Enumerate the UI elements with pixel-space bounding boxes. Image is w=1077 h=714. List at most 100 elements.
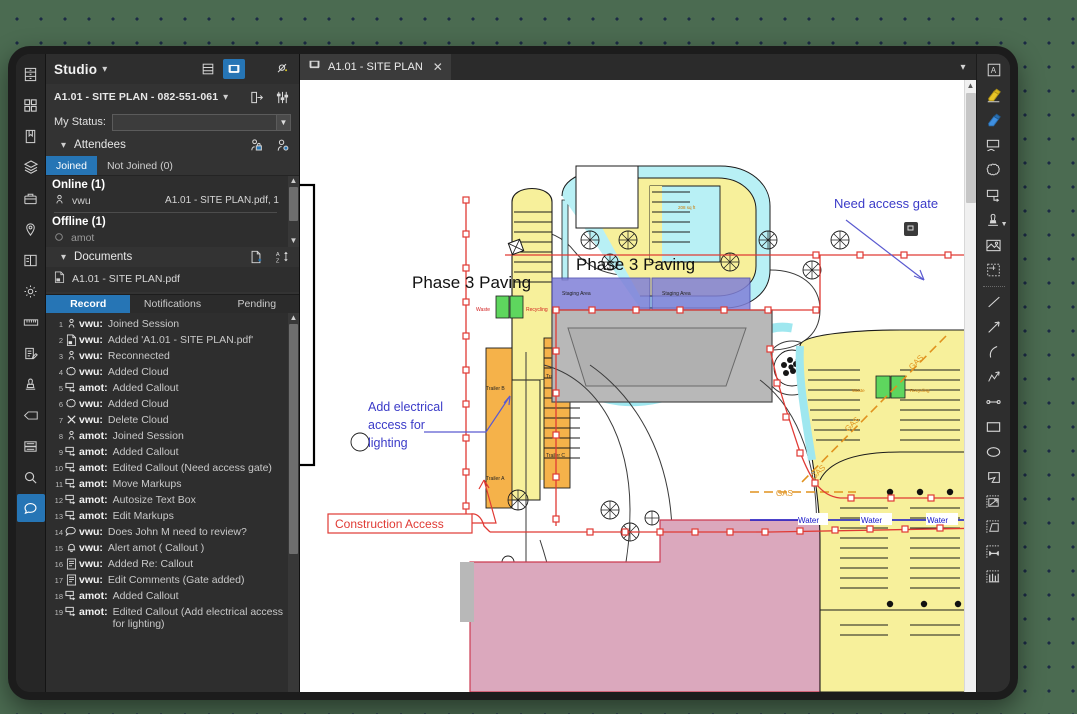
attendee-permissions-icon[interactable] (245, 135, 267, 155)
comment-marker-icon[interactable] (904, 222, 918, 236)
tab-record[interactable]: Record (46, 295, 130, 313)
drawing-canvas[interactable]: Waste Recycling Trai (300, 80, 964, 692)
sort-documents-icon[interactable]: A Z (271, 247, 293, 267)
studio-projects-icon[interactable] (197, 59, 219, 79)
collapse-chevron-icon[interactable]: ▾ (61, 140, 66, 151)
record-row[interactable]: 17vwu:Edit Comments (Gate added) (46, 571, 299, 587)
arc-icon[interactable] (979, 340, 1009, 364)
disconnect-icon[interactable] (271, 59, 293, 79)
record-row[interactable]: 15vwu:Alert amot ( Callout ) (46, 539, 299, 555)
record-row[interactable]: 6vwu:Added Cloud (46, 395, 299, 411)
search-icon[interactable] (17, 463, 45, 491)
record-row[interactable]: 13amot:Edit Markups (46, 507, 299, 523)
dimension-icon[interactable] (979, 390, 1009, 414)
flag-callout-icon[interactable] (979, 183, 1009, 207)
attendee-row-online[interactable]: vwu A1.01 - SITE PLAN.pdf, 1 (46, 192, 299, 209)
callout-electrical-line2[interactable]: access for (368, 418, 425, 432)
attendees-scrollbar[interactable]: ▲ ▼ (288, 176, 299, 247)
attendee-row-offline[interactable]: amot (46, 229, 299, 246)
tab-pending[interactable]: Pending (215, 295, 299, 313)
record-row[interactable]: 9amot:Added Callout (46, 443, 299, 459)
callout-need-access-gate[interactable]: Need access gate (834, 196, 938, 211)
collapse-chevron-icon[interactable]: ▾ (61, 252, 66, 263)
scroll-up-icon[interactable]: ▲ (290, 313, 298, 324)
record-row[interactable]: 8amot:Joined Session (46, 427, 299, 443)
polygon-icon[interactable] (979, 465, 1009, 489)
polyline-icon[interactable] (979, 365, 1009, 389)
attendee-tab-not-joined[interactable]: Not Joined (0) (97, 156, 183, 175)
record-row[interactable]: 5amot:Added Callout (46, 379, 299, 395)
close-icon[interactable]: ✕ (433, 60, 443, 74)
stamp-icon[interactable] (17, 370, 45, 398)
scroll-up-icon[interactable]: ▲ (290, 176, 298, 187)
toolbox-icon[interactable] (17, 184, 45, 212)
measure-area-icon[interactable] (979, 490, 1009, 514)
record-row[interactable]: 12amot:Autosize Text Box (46, 491, 299, 507)
cloud-icon[interactable] (979, 158, 1009, 182)
documents-section-header[interactable]: ▾ Documents A Z (46, 247, 299, 267)
chevron-down-icon[interactable]: ▼ (276, 115, 290, 130)
plan-title-right[interactable]: Phase 3 Paving (576, 255, 695, 274)
callout-icon[interactable] (979, 133, 1009, 157)
scroll-thumb[interactable] (966, 93, 976, 203)
location-icon[interactable] (17, 215, 45, 243)
bookmark-icon[interactable] (17, 122, 45, 150)
site-plan-drawing[interactable]: Waste Recycling Trai (300, 80, 964, 692)
record-row[interactable]: 14vwu:Does John M need to review? (46, 523, 299, 539)
callout-electrical-line3[interactable]: lighting (368, 436, 408, 450)
record-row[interactable]: 1vwu:Joined Session (46, 315, 299, 331)
record-row[interactable]: 4vwu:Added Cloud (46, 363, 299, 379)
studio-session-icon[interactable] (17, 494, 45, 522)
tab-notifications[interactable]: Notifications (130, 295, 214, 313)
invite-attendee-icon[interactable] (271, 135, 293, 155)
plan-title-left[interactable]: Phase 3 Paving (412, 273, 531, 292)
attendees-section-header[interactable]: ▾ Attendees (46, 134, 299, 156)
document-tab[interactable]: A1.01 - SITE PLAN ✕ (300, 54, 451, 80)
scroll-thumb[interactable] (289, 187, 298, 221)
ellipse-icon[interactable] (979, 440, 1009, 464)
chevron-down-icon[interactable]: ▾ (102, 64, 107, 75)
scroll-up-icon[interactable]: ▲ (967, 80, 975, 92)
record-row[interactable]: 3vwu:Reconnected (46, 347, 299, 363)
scan-icon[interactable] (17, 432, 45, 460)
record-row[interactable]: 18amot:Added Callout (46, 587, 299, 603)
measure-icon[interactable] (17, 308, 45, 336)
document-list-item[interactable]: A1.01 - SITE PLAN.pdf (46, 270, 299, 288)
chevron-down-icon[interactable]: ▼ (1001, 221, 1008, 228)
gear-icon[interactable] (17, 277, 45, 305)
callout-electrical-line1[interactable]: Add electrical (368, 400, 443, 414)
scroll-down-icon[interactable]: ▼ (290, 236, 298, 247)
record-row[interactable]: 19amot:Edited Callout (Add electrical ac… (46, 603, 299, 631)
chevron-down-icon[interactable]: ▾ (950, 54, 976, 80)
files-icon[interactable] (17, 60, 45, 88)
image-icon[interactable] (979, 233, 1009, 257)
session-settings-icon[interactable] (271, 87, 293, 107)
measure-polygon-icon[interactable] (979, 515, 1009, 539)
stamp-icon[interactable]: ▼ (979, 208, 1009, 232)
markup-edit-icon[interactable] (17, 339, 45, 367)
text-box-icon[interactable]: A (979, 58, 1009, 82)
grid-icon[interactable] (17, 91, 45, 119)
scroll-thumb[interactable] (289, 324, 298, 554)
add-document-icon[interactable] (245, 247, 267, 267)
record-row[interactable]: 11amot:Move Markups (46, 475, 299, 491)
layers-icon[interactable] (17, 153, 45, 181)
pen-icon[interactable] (979, 108, 1009, 132)
record-scrollbar[interactable]: ▲ (288, 313, 299, 692)
leave-session-icon[interactable] (245, 87, 267, 107)
record-row[interactable]: 2vwu:Added 'A1.01 - SITE PLAN.pdf' (46, 331, 299, 347)
studio-sessions-icon[interactable] (223, 59, 245, 79)
compare-icon[interactable] (17, 246, 45, 274)
rectangle-icon[interactable] (979, 415, 1009, 439)
arrow-icon[interactable] (979, 315, 1009, 339)
tag-icon[interactable] (17, 401, 45, 429)
measure-length-icon[interactable] (979, 540, 1009, 564)
attendee-tab-joined[interactable]: Joined (46, 156, 97, 175)
my-status-select[interactable]: ▼ (112, 114, 291, 131)
record-row[interactable]: 16vwu:Added Re: Callout (46, 555, 299, 571)
session-document-chevron-icon[interactable]: ▾ (223, 92, 228, 103)
line-icon[interactable] (979, 290, 1009, 314)
canvas-vertical-scrollbar[interactable]: ▲ (964, 80, 976, 692)
record-row[interactable]: 7vwu:Delete Cloud (46, 411, 299, 427)
snapshot-icon[interactable] (979, 258, 1009, 282)
